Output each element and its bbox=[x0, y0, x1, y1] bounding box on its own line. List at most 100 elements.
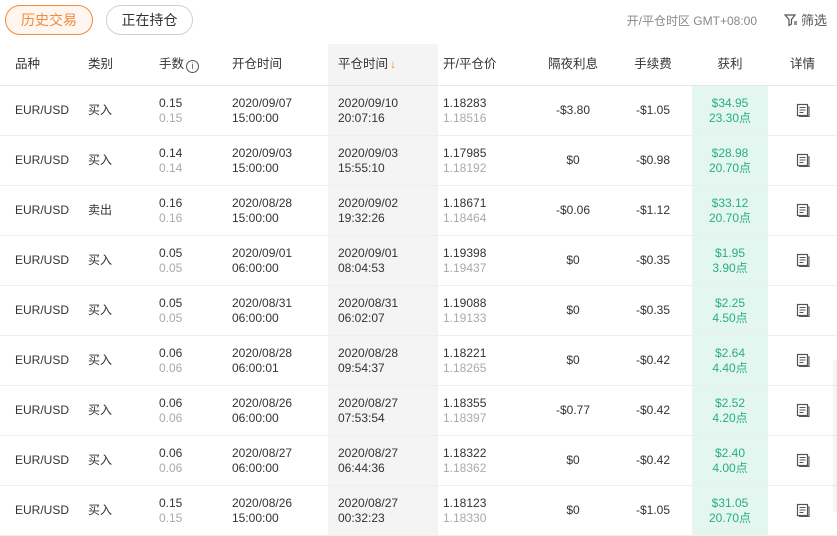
symbol-cell: EUR/USD bbox=[15, 303, 70, 317]
profit-cell: $31.05 20.70点 bbox=[692, 486, 768, 535]
price-cell: 1.19088 1.19133 bbox=[438, 286, 536, 335]
document-icon[interactable] bbox=[795, 302, 811, 318]
price-cell: 1.18221 1.18265 bbox=[438, 336, 536, 385]
fee-cell: -$0.42 bbox=[635, 453, 671, 467]
table-row: EUR/USD 买入 0.15 0.15 2020/09/07 15:00:00… bbox=[0, 86, 837, 136]
detail-cell bbox=[768, 286, 837, 335]
lots-closed: 0.15 bbox=[159, 110, 183, 125]
document-icon[interactable] bbox=[795, 152, 811, 168]
lots-cell: 0.06 0.06 bbox=[150, 386, 222, 435]
open-time-cell: 2020/08/26 06:00:00 bbox=[222, 386, 328, 435]
table-row: EUR/USD 买入 0.06 0.06 2020/08/28 06:00:01… bbox=[0, 336, 837, 386]
open-time: 06:00:00 bbox=[232, 260, 279, 275]
lots-closed: 0.14 bbox=[159, 160, 183, 175]
header-open-time: 开仓时间 bbox=[232, 57, 283, 71]
info-icon[interactable]: i bbox=[186, 60, 200, 73]
fee-cell: -$1.05 bbox=[635, 103, 671, 117]
type-cell: 买入 bbox=[88, 353, 113, 367]
filter-button[interactable]: 筛选 bbox=[783, 10, 827, 29]
lots-cell: 0.05 0.05 bbox=[150, 286, 222, 335]
open-price: 1.18671 bbox=[443, 195, 487, 210]
header-close-time-label: 平仓时间 bbox=[338, 57, 389, 71]
tab-history[interactable]: 历史交易 bbox=[5, 5, 93, 35]
tab-open-positions[interactable]: 正在持仓 bbox=[106, 5, 193, 35]
detail-cell bbox=[768, 386, 837, 435]
profit-cell: $28.98 20.70点 bbox=[692, 136, 768, 185]
open-price: 1.18322 bbox=[443, 445, 487, 460]
fee-cell: -$1.12 bbox=[635, 203, 671, 217]
close-price: 1.19133 bbox=[443, 310, 487, 325]
profit-amount: $28.98 bbox=[711, 145, 749, 160]
header-type: 类别 bbox=[88, 57, 114, 71]
profit-cell: $2.64 4.40点 bbox=[692, 336, 768, 385]
document-icon[interactable] bbox=[795, 202, 811, 218]
type-cell: 买入 bbox=[88, 503, 113, 517]
symbol-cell: EUR/USD bbox=[15, 103, 70, 117]
open-price: 1.19398 bbox=[443, 245, 487, 260]
open-date: 2020/08/26 bbox=[232, 395, 293, 410]
profit-amount: $34.95 bbox=[711, 95, 749, 110]
close-price: 1.18362 bbox=[443, 460, 487, 475]
type-cell: 买入 bbox=[88, 103, 113, 117]
fee-cell: -$0.42 bbox=[635, 353, 671, 367]
header-detail: 详情 bbox=[789, 57, 815, 71]
profit-pips: 4.50点 bbox=[712, 310, 748, 325]
type-cell: 买入 bbox=[88, 153, 113, 167]
close-date: 2020/08/28 bbox=[338, 345, 399, 360]
lots-closed: 0.06 bbox=[159, 460, 183, 475]
open-time: 06:00:01 bbox=[232, 360, 279, 375]
document-icon[interactable] bbox=[795, 452, 811, 468]
fee-cell: -$0.98 bbox=[635, 153, 671, 167]
open-date: 2020/09/01 bbox=[232, 245, 293, 260]
close-time-cell: 2020/08/27 07:53:54 bbox=[328, 386, 438, 435]
fee-cell: -$0.35 bbox=[635, 253, 671, 267]
profit-amount: $2.52 bbox=[714, 395, 746, 410]
open-date: 2020/09/03 bbox=[232, 145, 293, 160]
profit-amount: $2.40 bbox=[714, 445, 746, 460]
close-time-cell: 2020/08/31 06:02:07 bbox=[328, 286, 438, 335]
close-date: 2020/09/02 bbox=[338, 195, 399, 210]
document-icon[interactable] bbox=[795, 352, 811, 368]
open-price: 1.17985 bbox=[443, 145, 487, 160]
symbol-cell: EUR/USD bbox=[15, 253, 70, 267]
profit-pips: 20.70点 bbox=[708, 510, 752, 525]
swap-cell: -$0.77 bbox=[555, 403, 591, 417]
profit-pips: 20.70点 bbox=[708, 210, 752, 225]
close-time: 20:07:16 bbox=[338, 110, 385, 125]
header-close-time[interactable]: 平仓时间 ↓ bbox=[328, 44, 438, 85]
detail-cell bbox=[768, 86, 837, 135]
table-body: EUR/USD 买入 0.15 0.15 2020/09/07 15:00:00… bbox=[0, 86, 837, 536]
lots-open: 0.15 bbox=[159, 95, 183, 110]
filter-label: 筛选 bbox=[800, 13, 827, 28]
open-price: 1.18123 bbox=[443, 495, 487, 510]
price-cell: 1.19398 1.19437 bbox=[438, 236, 536, 285]
header-fee: 手续费 bbox=[634, 57, 672, 71]
open-time: 15:00:00 bbox=[232, 110, 279, 125]
price-cell: 1.18355 1.18397 bbox=[438, 386, 536, 435]
open-time-cell: 2020/08/31 06:00:00 bbox=[222, 286, 328, 335]
document-icon[interactable] bbox=[795, 502, 811, 518]
close-time-cell: 2020/09/10 20:07:16 bbox=[328, 86, 438, 135]
profit-pips: 20.70点 bbox=[708, 160, 752, 175]
document-icon[interactable] bbox=[795, 402, 811, 418]
lots-cell: 0.05 0.05 bbox=[150, 236, 222, 285]
open-time-cell: 2020/09/07 15:00:00 bbox=[222, 86, 328, 135]
close-time: 09:54:37 bbox=[338, 360, 385, 375]
document-icon[interactable] bbox=[795, 252, 811, 268]
symbol-cell: EUR/USD bbox=[15, 153, 70, 167]
header-profit: 获利 bbox=[692, 44, 768, 85]
open-time: 15:00:00 bbox=[232, 210, 279, 225]
filter-icon bbox=[783, 13, 797, 27]
type-cell: 卖出 bbox=[88, 203, 113, 217]
close-time-cell: 2020/08/27 00:32:23 bbox=[328, 486, 438, 535]
document-icon[interactable] bbox=[795, 102, 811, 118]
close-date: 2020/08/31 bbox=[338, 295, 399, 310]
sort-down-arrow-icon: ↓ bbox=[390, 57, 397, 71]
profit-pips: 4.40点 bbox=[712, 360, 748, 375]
symbol-cell: EUR/USD bbox=[15, 203, 70, 217]
close-time: 19:32:26 bbox=[338, 210, 385, 225]
close-time-cell: 2020/09/03 15:55:10 bbox=[328, 136, 438, 185]
close-price: 1.18397 bbox=[443, 410, 487, 425]
top-bar: 历史交易 正在持仓 开/平仓时区 GMT+08:00 筛选 bbox=[0, 0, 837, 40]
profit-cell: $1.95 3.90点 bbox=[692, 236, 768, 285]
